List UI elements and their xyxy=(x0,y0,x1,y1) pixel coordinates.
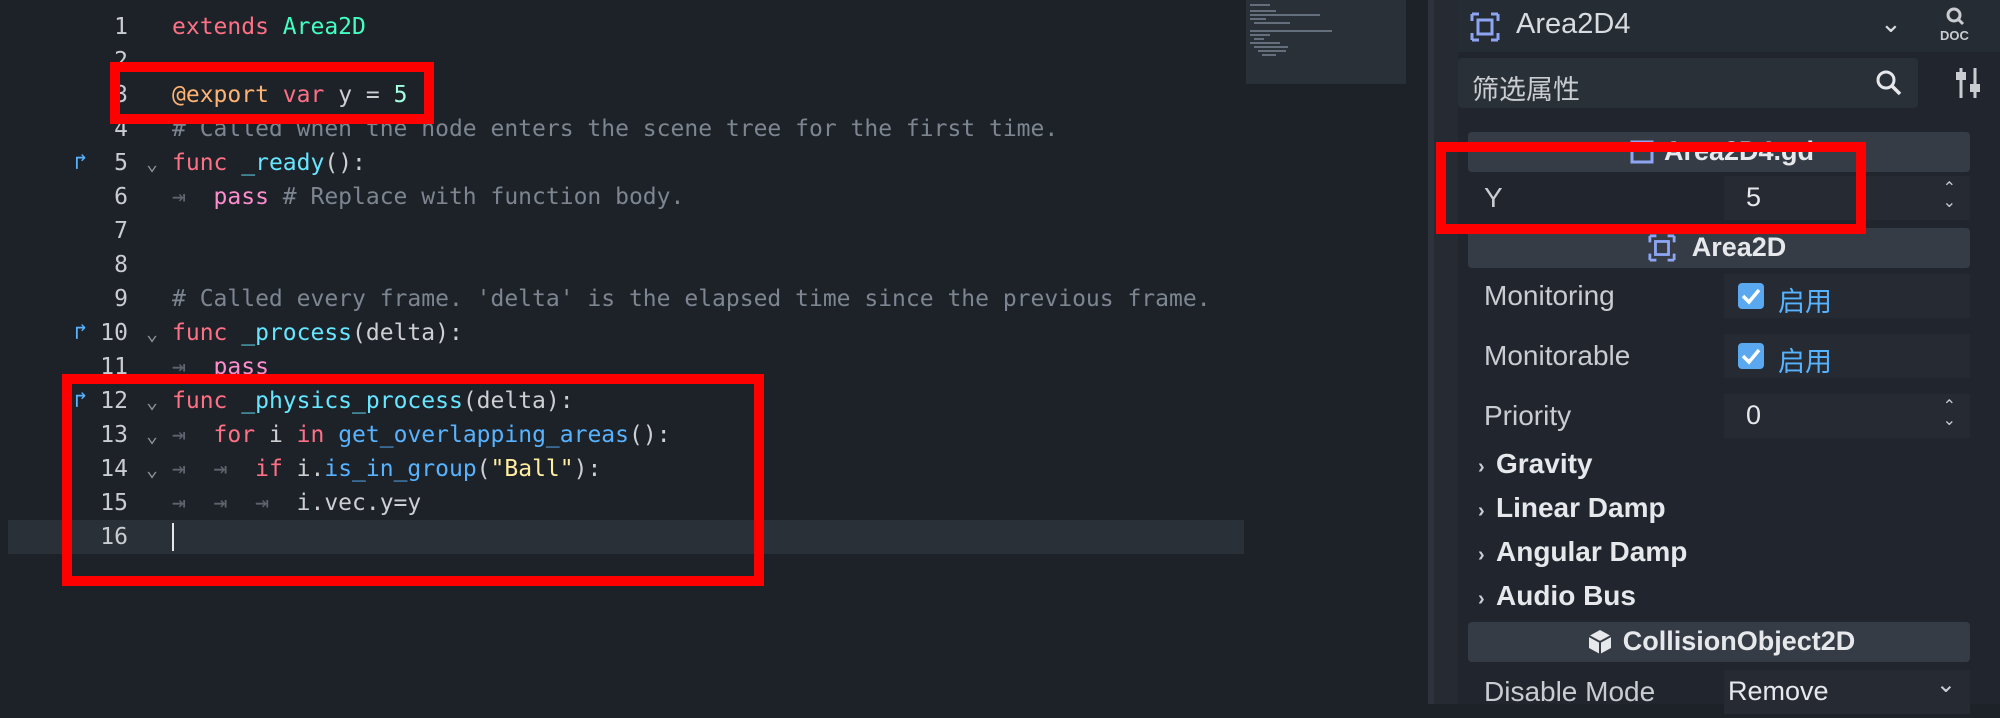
area2d-node-icon xyxy=(1470,12,1500,42)
chevron-down-icon[interactable]: ⌄ xyxy=(1880,8,1902,39)
toggle-label: 启用 xyxy=(1778,287,1832,317)
split-divider[interactable] xyxy=(1434,0,1458,704)
search-icon xyxy=(1946,7,1965,26)
minimap-line xyxy=(1254,22,1290,24)
minimap-line xyxy=(1250,10,1276,12)
group-audio-bus[interactable]: › Audio Bus xyxy=(1478,580,1636,612)
property-label: Monitoring xyxy=(1484,280,1615,311)
chevron-right-icon: › xyxy=(1478,544,1485,566)
collision-section-header[interactable]: CollisionObject2D xyxy=(1468,622,1970,662)
monitoring-toggle[interactable]: 启用 xyxy=(1724,274,1970,318)
checkbox-checked-icon[interactable] xyxy=(1738,283,1764,309)
code-line[interactable]: ↱ 10 ⌄ func _process(delta): xyxy=(0,316,1245,350)
property-label: Priority xyxy=(1484,400,1572,431)
property-value: 0 xyxy=(1746,400,1762,430)
group-gravity[interactable]: › Gravity xyxy=(1478,448,1593,480)
inspector-panel: Area2D4 ⌄ DOC 筛选属性 Area2D4.gd Y 5 ⌃ ⌄ Ar… xyxy=(1458,0,2000,714)
line-number: 8 xyxy=(114,252,128,278)
property-label: Monitorable xyxy=(1484,340,1631,371)
chevron-right-icon: › xyxy=(1478,456,1485,478)
minimap-line xyxy=(1258,50,1286,52)
minimap-line xyxy=(1250,14,1320,16)
line-number: 5 xyxy=(114,150,128,176)
minimap-line xyxy=(1250,34,1270,36)
monitorable-toggle[interactable]: 启用 xyxy=(1724,334,1970,378)
minimap-line xyxy=(1250,4,1270,6)
code-text[interactable]: extends Area2D xyxy=(172,10,366,44)
property-label: Disable Mode xyxy=(1484,676,1656,707)
fold-arrow-icon[interactable]: ⌄ xyxy=(146,146,158,180)
minimap-line xyxy=(1250,18,1266,20)
group-angular-damp[interactable]: › Angular Damp xyxy=(1478,536,1687,568)
chevron-right-icon: › xyxy=(1478,500,1485,522)
highlight-box xyxy=(110,62,434,124)
line-number: 1 xyxy=(114,14,128,40)
doc-label: DOC xyxy=(1940,28,1969,43)
property-disable-mode: Disable Mode Remove ⌄ xyxy=(1468,666,1970,718)
group-linear-damp[interactable]: › Linear Damp xyxy=(1478,492,1666,524)
highlight-box xyxy=(62,374,764,586)
group-label: Angular Damp xyxy=(1496,536,1688,567)
code-text[interactable]: # Called every frame. 'delta' is the ela… xyxy=(172,282,1211,316)
collision-section-title: CollisionObject2D xyxy=(1622,626,1856,656)
toggle-label: 启用 xyxy=(1778,347,1832,377)
group-label: Audio Bus xyxy=(1496,580,1636,611)
code-line[interactable]: 8 xyxy=(0,248,1245,282)
disable-mode-select[interactable]: Remove ⌄ xyxy=(1724,670,1970,714)
spin-arrows-icon[interactable]: ⌃ ⌄ xyxy=(1943,399,1956,429)
group-label: Linear Damp xyxy=(1496,492,1666,523)
line-number: 7 xyxy=(114,218,128,244)
minimap-line xyxy=(1262,54,1276,56)
code-line[interactable]: 1 extends Area2D xyxy=(0,10,1245,44)
property-priority: Priority 0 ⌃ ⌄ xyxy=(1468,390,1970,442)
doc-button[interactable]: DOC xyxy=(1936,6,1976,46)
code-line[interactable]: 7 xyxy=(0,214,1245,248)
minimap-line xyxy=(1250,30,1332,32)
code-line[interactable]: 9 # Called every frame. 'delta' is the el… xyxy=(0,282,1245,316)
checkbox-checked-icon[interactable] xyxy=(1738,343,1764,369)
search-icon xyxy=(1876,70,1902,96)
code-text[interactable]: func _ready(): xyxy=(172,146,366,180)
code-text[interactable]: func _process(delta): xyxy=(172,316,463,350)
group-label: Gravity xyxy=(1496,448,1593,479)
highlight-box xyxy=(1436,142,1866,234)
property-settings-icon[interactable] xyxy=(1954,66,1984,100)
area2d-section-title: Area2D xyxy=(1691,232,1787,262)
spin-arrows-icon[interactable]: ⌃ ⌄ xyxy=(1943,181,1956,211)
priority-spinbox[interactable]: 0 ⌃ ⌄ xyxy=(1724,394,1970,438)
property-monitoring: Monitoring 启用 xyxy=(1468,270,1970,322)
minimap-line xyxy=(1250,42,1280,44)
fold-arrow-icon[interactable]: ⌄ xyxy=(146,316,158,350)
line-number: 10 xyxy=(100,320,128,346)
chevron-down-icon: ⌄ xyxy=(1935,671,1956,698)
inspector-header: Area2D4 ⌄ DOC xyxy=(1458,0,2000,52)
filter-placeholder: 筛选属性 xyxy=(1472,75,1580,105)
chevron-right-icon: › xyxy=(1478,588,1485,610)
code-line[interactable]: ↱ 5 ⌄ func _ready(): xyxy=(0,146,1245,180)
line-number: 6 xyxy=(114,184,128,210)
minimap-line xyxy=(1254,46,1288,48)
inspected-node-name[interactable]: Area2D4 xyxy=(1516,8,1630,41)
property-value: Remove xyxy=(1728,676,1829,706)
area2d-section-header[interactable]: Area2D xyxy=(1468,228,1970,268)
property-monitorable: Monitorable 启用 xyxy=(1468,330,1970,382)
minimap-line xyxy=(1254,38,1264,40)
line-number: 9 xyxy=(114,286,128,312)
code-text[interactable]: ⇥ pass # Replace with function body. xyxy=(172,180,684,214)
code-line[interactable]: 6 ⇥ pass # Replace with function body. xyxy=(0,180,1245,214)
filter-properties-field[interactable]: 筛选属性 xyxy=(1458,58,1918,108)
minimap[interactable] xyxy=(1246,0,1406,84)
